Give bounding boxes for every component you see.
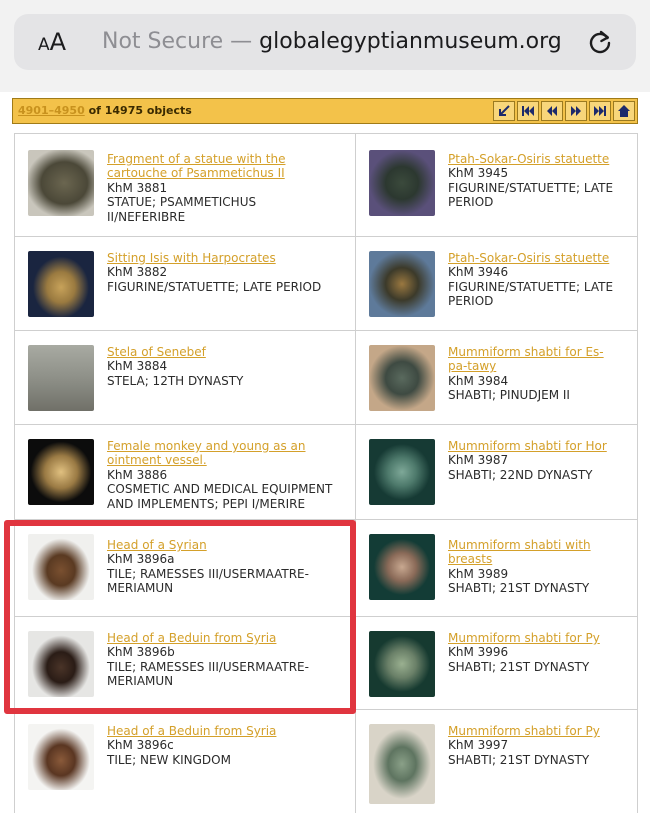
result-item: Female monkey and young as an ointment v… [15, 424, 355, 519]
item-id: KhM 3997 [448, 738, 509, 753]
beduin-head-thumbnail[interactable] [28, 631, 94, 697]
item-title-link[interactable]: Mummiform shabti for Hor [448, 439, 607, 453]
item-description: II/NEFERIBRE [107, 209, 186, 224]
item-description: TILE; NEW KINGDOM [107, 752, 231, 767]
statue-fragment-thumbnail[interactable] [28, 150, 94, 216]
security-label: Not Secure [102, 29, 224, 54]
item-title-link[interactable]: Ptah-Sokar-Osiris statuette [448, 152, 613, 166]
item-description: SHABTI; 21ST DYNASTY [448, 581, 590, 596]
url-separator: — [223, 29, 260, 54]
previous-page-icon[interactable] [541, 101, 563, 121]
results-pager: 4901–4950 of 14975 objects [12, 98, 638, 124]
range-link[interactable]: 4901–4950 [18, 104, 85, 117]
result-item: Mummiform shabti for Es- pa-tawy KhM 398… [355, 330, 637, 424]
item-description: PERIOD [448, 294, 494, 309]
item-title-link[interactable]: Ptah-Sokar-Osiris statuette [448, 251, 613, 265]
beduin-head-thumbnail[interactable] [28, 724, 94, 790]
item-description: STELA; 12TH DYNASTY [107, 373, 244, 388]
results-grid: Fragment of a statue with the cartouche … [14, 133, 638, 813]
item-description: SHABTI; PINUDJEM II [448, 388, 570, 403]
address-bar[interactable]: AA Not Secure — globalegyptianmuseum.org [14, 14, 636, 70]
item-id: KhM 3987 [448, 453, 509, 468]
item-description: MERIAMUN [107, 581, 174, 596]
item-id: KhM 3882 [107, 265, 168, 280]
result-item: Head of a Syrian KhM 3896a TILE; RAMESSE… [15, 519, 355, 616]
item-description: MERIAMUN [107, 674, 174, 689]
item-description: TILE; RAMESSES III/USERMAATRE- [107, 566, 309, 581]
item-description: SHABTI; 21ST DYNASTY [448, 752, 590, 767]
item-title-link[interactable]: Sitting Isis with Harpocrates [107, 251, 321, 265]
item-id: KhM 3884 [107, 359, 168, 374]
shabti-thumbnail[interactable] [369, 534, 435, 600]
statuette-thumbnail[interactable] [369, 251, 435, 317]
item-id: KhM 3946 [448, 265, 509, 280]
item-title-link[interactable]: Head of a Syrian [107, 538, 309, 552]
shabti-thumbnail[interactable] [369, 724, 435, 804]
result-item: Mummiform shabti for Py KhM 3996 SHABTI;… [355, 616, 637, 709]
stela-thumbnail[interactable] [28, 345, 94, 411]
item-id: KhM 3886 [107, 467, 168, 482]
item-title-link[interactable]: Head of a Beduin from Syria [107, 724, 276, 738]
last-page-icon[interactable] [589, 101, 611, 121]
item-title-link[interactable]: Stela of Senebef [107, 345, 243, 359]
result-item: Mummiform shabti for Py KhM 3997 SHABTI;… [355, 709, 637, 813]
item-id: KhM 3945 [448, 166, 509, 181]
result-item: Head of a Beduin from Syria KhM 3896b TI… [15, 616, 355, 709]
item-id: KhM 3896b [107, 645, 175, 660]
item-description: SHABTI; 21ST DYNASTY [448, 659, 590, 674]
browser-toolbar: AA Not Secure — globalegyptianmuseum.org [0, 0, 650, 92]
item-description: FIGURINE/STATUETTE; LATE PERIOD [107, 279, 322, 294]
domain-label: globalegyptianmuseum.org [259, 29, 562, 54]
url-display[interactable]: Not Secure — globalegyptianmuseum.org [102, 26, 562, 58]
item-description: STATUE; PSAMMETICHUS [107, 195, 257, 210]
first-page-icon[interactable] [517, 101, 539, 121]
result-item: Ptah-Sokar-Osiris statuette KhM 3945 FIG… [355, 133, 637, 236]
item-id: KhM 3989 [448, 566, 509, 581]
result-item: Sitting Isis with Harpocrates KhM 3882 F… [15, 236, 355, 330]
item-id: KhM 3896c [107, 738, 174, 753]
item-title-link[interactable]: Mummiform shabti with breasts [448, 538, 591, 567]
home-icon[interactable] [613, 101, 635, 121]
result-item: Mummiform shabti for Hor KhM 3987 SHABTI… [355, 424, 637, 519]
item-description: PERIOD [448, 195, 494, 210]
syrian-head-thumbnail[interactable] [28, 534, 94, 600]
monkey-vessel-thumbnail[interactable] [28, 439, 94, 505]
item-description: COSMETIC AND MEDICAL EQUIPMENT [107, 482, 333, 497]
item-description: AND IMPLEMENTS; PEPI I/MERIRE [107, 496, 306, 511]
shabti-thumbnail[interactable] [369, 345, 435, 411]
result-item: Fragment of a statue with the cartouche … [15, 133, 355, 236]
item-description: SHABTI; 22ND DYNASTY [448, 467, 593, 482]
item-id: KhM 3996 [448, 645, 509, 660]
item-title-link[interactable]: Mummiform shabti for Py [448, 724, 600, 738]
total-label: of 14975 objects [84, 104, 192, 117]
results-count: 4901–4950 of 14975 objects [18, 99, 192, 123]
item-id: KhM 3984 [448, 373, 509, 388]
item-title-link[interactable]: Head of a Beduin from Syria [107, 631, 309, 645]
result-item: Ptah-Sokar-Osiris statuette KhM 3946 FIG… [355, 236, 637, 330]
item-title-link[interactable]: Mummiform shabti for Es- pa-tawy [448, 345, 604, 374]
next-page-icon[interactable] [565, 101, 587, 121]
item-description: TILE; RAMESSES III/USERMAATRE- [107, 659, 309, 674]
isis-statue-thumbnail[interactable] [28, 251, 94, 317]
item-description: FIGURINE/STATUETTE; LATE [448, 279, 614, 294]
result-item: Stela of Senebef KhM 3884 STELA; 12TH DY… [15, 330, 355, 424]
item-title-link[interactable]: Fragment of a statue with the cartouche … [107, 152, 285, 181]
item-id: KhM 3896a [107, 552, 175, 567]
shabti-thumbnail[interactable] [369, 631, 435, 697]
item-description: FIGURINE/STATUETTE; LATE [448, 180, 614, 195]
item-title-link[interactable]: Female monkey and young as an ointment v… [107, 439, 332, 468]
result-item: Head of a Beduin from Syria KhM 3896c TI… [15, 709, 355, 813]
item-title-link[interactable]: Mummiform shabti for Py [448, 631, 600, 645]
item-id: KhM 3881 [107, 180, 168, 195]
shabti-thumbnail[interactable] [369, 439, 435, 505]
text-size-button[interactable]: AA [38, 26, 66, 58]
result-item: Mummiform shabti with breasts KhM 3989 S… [355, 519, 637, 616]
reload-icon[interactable] [584, 26, 616, 58]
zoom-in-icon[interactable] [493, 101, 515, 121]
statuette-thumbnail[interactable] [369, 150, 435, 216]
